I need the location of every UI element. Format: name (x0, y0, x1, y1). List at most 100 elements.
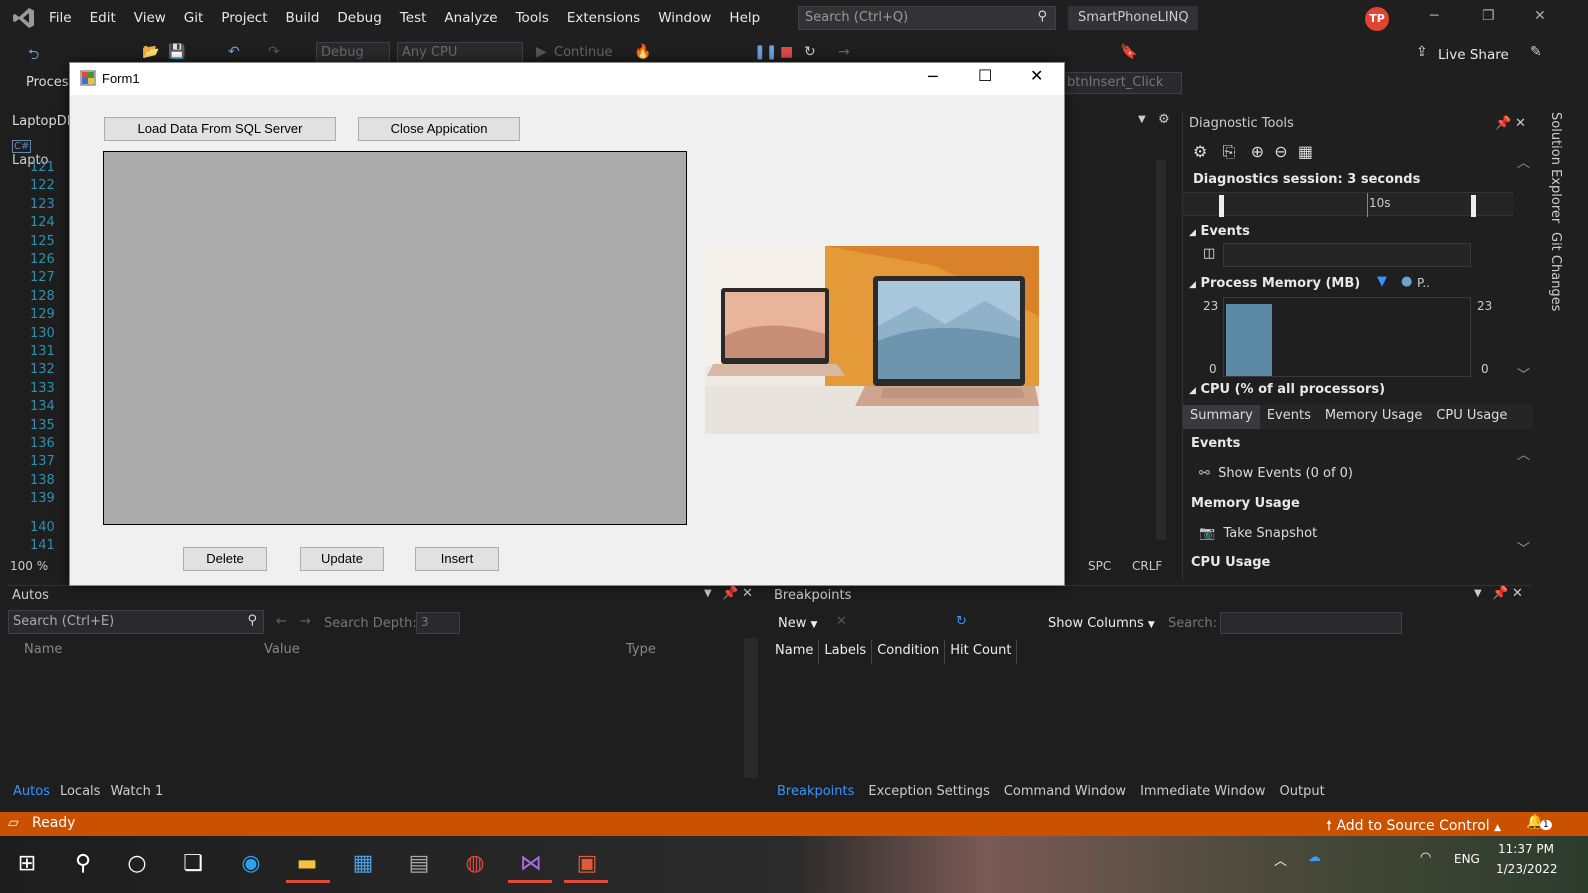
file-tab[interactable]: LaptopDI (12, 114, 71, 129)
network-icon[interactable]: ◠ (1420, 850, 1431, 865)
redo-icon[interactable]: ↷ (268, 44, 280, 60)
hot-reload-icon[interactable]: 🔥 (634, 44, 651, 60)
export-icon[interactable]: ⎘ (1223, 142, 1236, 161)
restore-icon[interactable]: ❐ (1482, 8, 1495, 24)
language-indicator[interactable]: ENG (1454, 852, 1480, 866)
data-grid-view[interactable] (103, 151, 687, 525)
form-app-icon[interactable]: ▣ (570, 846, 604, 880)
platform-combo[interactable]: Any CPU (397, 42, 523, 64)
config-combo[interactable]: Debug (316, 42, 390, 64)
onedrive-icon[interactable]: ☁ (1308, 850, 1321, 865)
bp-col-condition[interactable]: Condition (872, 640, 946, 664)
close-icon[interactable]: ✕ (1534, 8, 1546, 24)
task-view-icon[interactable]: ❏ (176, 846, 210, 880)
delete-button[interactable]: Delete (183, 547, 267, 571)
git-changes-tab[interactable]: Git Changes (1548, 232, 1563, 311)
summary-scroll-down-icon[interactable]: ﹀ (1517, 538, 1530, 557)
method-combo[interactable]: btnInsert_Click (1064, 72, 1182, 94)
menu-tools[interactable]: Tools (507, 10, 558, 26)
refresh-icon[interactable]: ↻ (956, 614, 967, 629)
pause-icon[interactable]: ❚❚ (754, 44, 777, 60)
show-columns-button[interactable]: Show Columns ▼ (1048, 616, 1155, 631)
minimize-icon[interactable]: ─ (1430, 8, 1438, 24)
menu-test[interactable]: Test (391, 10, 436, 26)
menu-debug[interactable]: Debug (328, 10, 390, 26)
pin-icon[interactable]: 📌 (1495, 116, 1511, 131)
events-pause-icon[interactable]: ◫ (1203, 246, 1215, 261)
visual-studio-icon[interactable]: ⋈ (514, 846, 548, 880)
stop-icon[interactable]: ■ (780, 44, 793, 60)
diag-tab-summary[interactable]: Summary (1183, 405, 1260, 429)
gear-icon[interactable]: ⚙ (1158, 112, 1170, 127)
menu-project[interactable]: Project (212, 10, 276, 26)
back-arrow-icon[interactable]: ← (276, 614, 287, 629)
zoom-level[interactable]: 100 % (10, 559, 48, 573)
close-panel-icon[interactable]: ✕ (742, 586, 753, 601)
close-application-button[interactable]: Close Appication (358, 117, 520, 141)
tab-output[interactable]: Output (1273, 780, 1332, 806)
autos-col-name[interactable]: Name (24, 642, 62, 657)
diag-scroll-down-icon[interactable]: ﹀ (1517, 364, 1530, 383)
close-panel-icon[interactable]: ✕ (1515, 116, 1526, 131)
tab-locals[interactable]: Locals (55, 780, 105, 806)
pin-icon[interactable]: 📌 (1492, 586, 1508, 601)
forward-arrow-icon[interactable]: → (300, 614, 311, 629)
chevron-down-icon[interactable]: ▼ (1138, 114, 1146, 125)
diag-tab-memory-usage[interactable]: Memory Usage (1318, 405, 1430, 429)
step-over-icon[interactable]: → (838, 44, 850, 60)
solution-explorer-tab[interactable]: Solution Explorer (1548, 112, 1563, 223)
bp-search-input[interactable] (1220, 612, 1402, 634)
scrollbar[interactable] (1156, 160, 1166, 540)
continue-icon[interactable]: ▶ (536, 44, 547, 60)
timeline-start-handle[interactable] (1219, 195, 1224, 217)
timeline[interactable]: 10s (1183, 192, 1513, 217)
edge-icon[interactable]: ◉ (234, 846, 268, 880)
continue-label[interactable]: Continue (554, 45, 612, 60)
form-minimize-icon[interactable]: ─ (928, 67, 938, 86)
spc-indicator[interactable]: SPC (1088, 559, 1111, 573)
tab-exception-settings[interactable]: Exception Settings (861, 780, 996, 806)
form-close-icon[interactable]: ✕ (1030, 66, 1043, 85)
settings-icon[interactable]: ⚙ (1193, 142, 1207, 161)
insert-button[interactable]: Insert (415, 547, 499, 571)
tab-immediate-window[interactable]: Immediate Window (1133, 780, 1272, 806)
reset-zoom-icon[interactable]: ▦ (1298, 142, 1313, 161)
menu-edit[interactable]: Edit (81, 10, 125, 26)
zoom-out-icon[interactable]: ⊖ (1274, 142, 1287, 161)
menu-build[interactable]: Build (277, 10, 329, 26)
update-button[interactable]: Update (300, 547, 384, 571)
store-icon[interactable]: ▦ (346, 846, 380, 880)
panel-menu-icon[interactable]: ▼ (704, 588, 712, 599)
menu-file[interactable]: File (40, 10, 81, 26)
bookmark-icon[interactable]: 🔖 (1120, 44, 1137, 60)
diag-tab-cpu-usage[interactable]: CPU Usage (1429, 405, 1514, 429)
autos-scrollbar[interactable] (744, 638, 758, 778)
zoom-in-icon[interactable]: ⊕ (1251, 142, 1264, 161)
bp-col-name[interactable]: Name (770, 640, 820, 664)
back-icon[interactable]: ⮌ (28, 44, 39, 68)
menu-analyze[interactable]: Analyze (435, 10, 506, 26)
search-icon[interactable]: ⚲ (66, 846, 100, 880)
process-memory-title[interactable]: ◢ Process Memory (MB) (1189, 276, 1360, 291)
diag-scroll-up-icon[interactable]: ︿ (1517, 152, 1530, 171)
crlf-indicator[interactable]: CRLF (1132, 559, 1162, 573)
windows-start-icon[interactable]: ⊞ (10, 846, 44, 880)
menu-git[interactable]: Git (175, 10, 213, 26)
pin-icon[interactable]: 📌 (722, 586, 738, 601)
share-icon[interactable]: ⇪ (1416, 44, 1428, 60)
feedback-icon[interactable]: ✎ (1530, 44, 1542, 60)
search-depth-combo[interactable]: 3 (416, 612, 460, 634)
avatar[interactable]: TP (1365, 7, 1389, 31)
take-snapshot-button[interactable]: 📷 Take Snapshot (1199, 526, 1317, 541)
undo-icon[interactable]: ↶ (228, 44, 240, 60)
menu-view[interactable]: View (125, 10, 175, 26)
new-breakpoint-button[interactable]: New ▼ (778, 616, 817, 631)
autos-col-type[interactable]: Type (626, 642, 656, 657)
tab-autos[interactable]: Autos (8, 780, 55, 806)
cortana-icon[interactable]: ○ (120, 846, 154, 880)
cpu-section-title[interactable]: ◢ CPU (% of all processors) (1189, 382, 1385, 397)
sql-server-icon[interactable]: ▤ (402, 846, 436, 880)
form-title-bar[interactable]: Form1 ─ ☐ ✕ (70, 63, 1064, 95)
delete-breakpoint-icon[interactable]: ✕ (836, 614, 847, 629)
panel-menu-icon[interactable]: ▼ (1474, 588, 1482, 599)
